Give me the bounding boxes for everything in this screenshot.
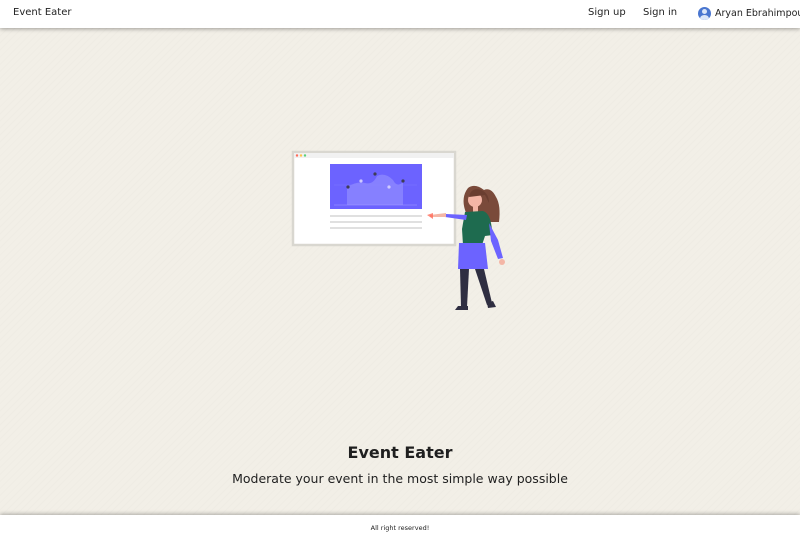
footer-copyright: All right reserved! [370, 524, 430, 532]
sign-up-link[interactable]: Sign up [588, 7, 626, 18]
hero-title: Event Eater [347, 443, 453, 462]
top-navbar: Event Eater Sign up Sign in Aryan Ebrahi… [0, 0, 800, 28]
hero-subtitle: Moderate your event in the most simple w… [232, 471, 568, 486]
user-avatar-icon [698, 6, 711, 20]
presentation-board [291, 150, 457, 247]
footer: All right reserved! [0, 515, 800, 533]
user-menu[interactable]: Aryan Ebrahimpour [698, 6, 800, 20]
sign-in-link[interactable]: Sign in [643, 7, 677, 18]
presentation-illustration [291, 150, 505, 310]
brand-link[interactable]: Event Eater [13, 7, 71, 18]
user-name: Aryan Ebrahimpour [715, 7, 800, 19]
